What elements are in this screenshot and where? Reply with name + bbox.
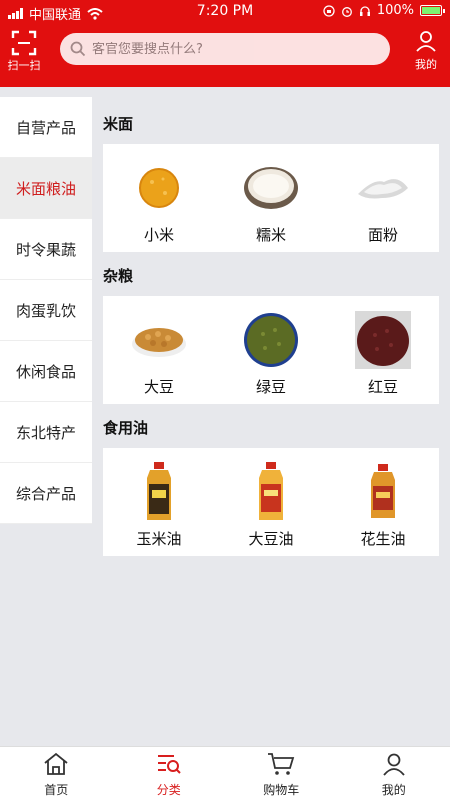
scan-icon: [11, 30, 37, 56]
soybean-oil-image: [241, 462, 301, 522]
sidebar-item-fruit-veg[interactable]: 时令果蔬: [0, 219, 92, 280]
tab-cart[interactable]: 购物车: [225, 747, 338, 800]
home-icon: [44, 752, 68, 775]
soybean-image: [129, 310, 189, 370]
status-bar: 中国联通 7:20 PM 100%: [0, 0, 450, 24]
section-title: 米面: [103, 115, 134, 133]
section-title: 食用油: [103, 419, 149, 437]
product-item[interactable]: 面粉: [333, 158, 433, 245]
tab-home[interactable]: 首页: [0, 747, 113, 800]
category-icon: [157, 755, 181, 774]
category-content: 米面 小米 糯米 面粉 杂粮 大豆 绿豆 红豆 食用油 玉米油 大豆油 花生油: [103, 106, 439, 562]
battery-percent: 100%: [376, 3, 414, 18]
millet-image: [129, 158, 189, 218]
lock-rotation-icon: [323, 4, 335, 17]
product-name: 玉米油: [136, 530, 182, 548]
product-card: 大豆 绿豆 红豆: [103, 296, 439, 404]
user-icon: [416, 31, 436, 52]
product-item[interactable]: 大豆油: [221, 462, 321, 549]
bottom-tab-bar: 首页 分类 购物车 我的: [0, 746, 450, 800]
product-card: 小米 糯米 面粉: [103, 144, 439, 252]
top-bar: 中国联通 7:20 PM 100% 扫一扫 我的: [0, 0, 450, 87]
user-icon: [383, 753, 405, 776]
tab-label: 购物车: [263, 783, 300, 797]
search-icon: [70, 41, 86, 57]
tab-category[interactable]: 分类: [113, 747, 226, 800]
peanut-oil-image: [353, 462, 413, 522]
scan-button[interactable]: 扫一扫: [4, 30, 44, 72]
flour-image: [353, 158, 413, 218]
tab-label: 分类: [156, 783, 181, 797]
product-item[interactable]: 花生油: [333, 462, 433, 549]
header-mine-label: 我的: [415, 58, 437, 71]
product-name: 绿豆: [255, 378, 286, 396]
product-item[interactable]: 小米: [109, 158, 209, 245]
headphone-icon: [359, 5, 370, 16]
sidebar-item-label: 肉蛋乳饮: [15, 301, 76, 320]
search-bar[interactable]: [60, 33, 390, 65]
product-name: 红豆: [367, 378, 398, 396]
product-name: 糯米: [255, 226, 286, 244]
tab-mine[interactable]: 我的: [338, 747, 450, 800]
sidebar-item-label: 米面粮油: [15, 179, 76, 198]
scan-label: 扫一扫: [7, 59, 41, 72]
product-name: 小米: [143, 226, 174, 244]
search-input[interactable]: [92, 41, 372, 57]
header-mine-button[interactable]: 我的: [412, 30, 440, 72]
section-title: 杂粮: [103, 267, 134, 285]
sidebar-item-label: 综合产品: [15, 484, 76, 503]
sidebar-item-label: 自营产品: [15, 118, 76, 137]
sidebar-item-meat-egg-dairy[interactable]: 肉蛋乳饮: [0, 280, 92, 341]
tab-label: 首页: [44, 783, 69, 797]
product-name: 大豆油: [248, 530, 294, 548]
product-item[interactable]: 大豆: [109, 310, 209, 397]
cart-icon: [268, 753, 295, 775]
corn-oil-image: [129, 462, 189, 522]
battery-icon: [420, 5, 445, 16]
red-bean-image: [353, 310, 413, 370]
product-name: 面粉: [367, 226, 398, 244]
product-item[interactable]: 玉米油: [109, 462, 209, 549]
product-item[interactable]: 糯米: [221, 158, 321, 245]
sidebar-item-label: 东北特产: [15, 423, 76, 442]
alarm-icon: [341, 6, 352, 17]
tab-label: 我的: [381, 783, 406, 797]
sidebar-item-snacks[interactable]: 休闲食品: [0, 341, 92, 402]
category-sidebar: 自营产品 米面粮油 时令果蔬 肉蛋乳饮 休闲食品 东北特产 综合产品: [0, 97, 92, 524]
sidebar-item-northeast-specialty[interactable]: 东北特产: [0, 402, 92, 463]
product-name: 大豆: [143, 378, 174, 396]
product-name: 花生油: [360, 530, 406, 548]
sidebar-item-label: 休闲食品: [15, 362, 76, 381]
sidebar-item-label: 时令果蔬: [15, 240, 76, 259]
product-card: 玉米油 大豆油 花生油: [103, 448, 439, 556]
sidebar-item-general[interactable]: 综合产品: [0, 463, 92, 524]
glutinous-rice-image: [241, 158, 301, 218]
sidebar-item-grain-oil[interactable]: 米面粮油: [0, 158, 92, 219]
product-item[interactable]: 红豆: [333, 310, 433, 397]
mung-bean-image: [241, 310, 301, 370]
sidebar-item-self-operated[interactable]: 自营产品: [0, 97, 92, 158]
product-item[interactable]: 绿豆: [221, 310, 321, 397]
